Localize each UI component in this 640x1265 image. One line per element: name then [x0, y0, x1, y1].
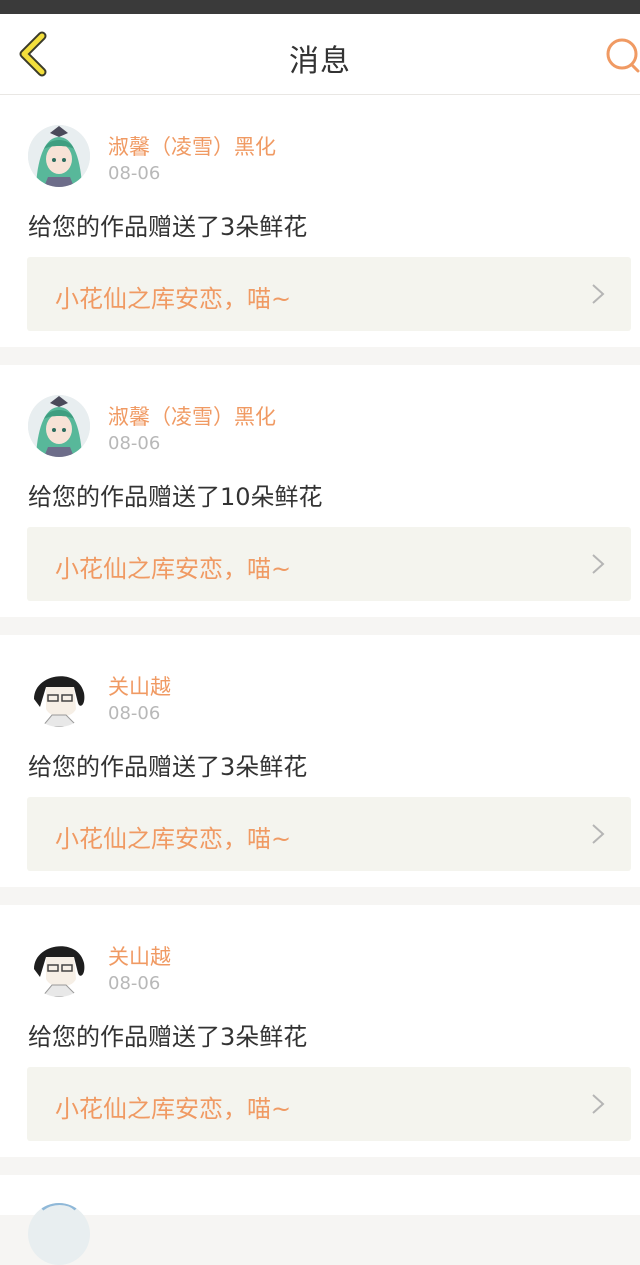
message-date: 08-06: [108, 163, 161, 184]
message-text: 给您的作品赠送了3朵鲜花: [28, 753, 308, 781]
avatar[interactable]: [28, 125, 90, 187]
user-name[interactable]: 关山越: [108, 671, 171, 701]
glasses-boy-avatar-icon: [28, 935, 90, 997]
work-title: 小花仙之库安恋，喵~: [55, 555, 292, 583]
search-icon: [606, 38, 640, 73]
message-card: [0, 1175, 640, 1265]
message-date: 08-06: [108, 973, 161, 994]
message-text: 给您的作品赠送了10朵鲜花: [28, 483, 323, 511]
avatar[interactable]: [28, 935, 90, 997]
user-name[interactable]: 淑馨（凌雪）黑化: [108, 401, 276, 431]
work-link[interactable]: 小花仙之库安恋，喵~: [27, 257, 631, 331]
user-name[interactable]: 关山越: [108, 941, 171, 971]
avatar[interactable]: [28, 395, 90, 457]
chevron-right-icon: [592, 284, 605, 304]
green-hair-girl-avatar-icon: [28, 125, 90, 187]
message-card: 淑馨（凌雪）黑化 08-06 给您的作品赠送了10朵鲜花 小花仙之库安恋，喵~: [0, 365, 640, 617]
work-title: 小花仙之库安恋，喵~: [55, 1095, 292, 1123]
user-name[interactable]: 淑馨（凌雪）黑化: [108, 131, 276, 161]
message-text: 给您的作品赠送了3朵鲜花: [28, 213, 308, 241]
green-hair-girl-avatar-icon: [28, 395, 90, 457]
status-bar: [0, 0, 640, 14]
chevron-right-icon: [592, 554, 605, 574]
avatar[interactable]: [28, 1203, 90, 1265]
avatar[interactable]: [28, 665, 90, 727]
avatar-icon: [28, 1203, 90, 1265]
message-card: 关山越 08-06 给您的作品赠送了3朵鲜花 小花仙之库安恋，喵~: [0, 905, 640, 1157]
glasses-boy-avatar-icon: [28, 665, 90, 727]
message-text: 给您的作品赠送了3朵鲜花: [28, 1023, 308, 1051]
work-link[interactable]: 小花仙之库安恋，喵~: [27, 527, 631, 601]
nav-bar: 消息: [0, 14, 640, 95]
message-card: 关山越 08-06 给您的作品赠送了3朵鲜花 小花仙之库安恋，喵~: [0, 635, 640, 887]
page-title: 消息: [289, 44, 351, 79]
work-title: 小花仙之库安恋，喵~: [55, 285, 292, 313]
chevron-right-icon: [592, 824, 605, 844]
search-button[interactable]: [600, 36, 640, 76]
work-title: 小花仙之库安恋，喵~: [55, 825, 292, 853]
message-card: 淑馨（凌雪）黑化 08-06 给您的作品赠送了3朵鲜花 小花仙之库安恋，喵~: [0, 95, 640, 347]
message-list: 淑馨（凌雪）黑化 08-06 给您的作品赠送了3朵鲜花 小花仙之库安恋，喵~ 淑…: [0, 95, 640, 1265]
message-date: 08-06: [108, 433, 161, 454]
work-link[interactable]: 小花仙之库安恋，喵~: [27, 797, 631, 871]
message-date: 08-06: [108, 703, 161, 724]
chevron-right-icon: [592, 1094, 605, 1114]
work-link[interactable]: 小花仙之库安恋，喵~: [27, 1067, 631, 1141]
